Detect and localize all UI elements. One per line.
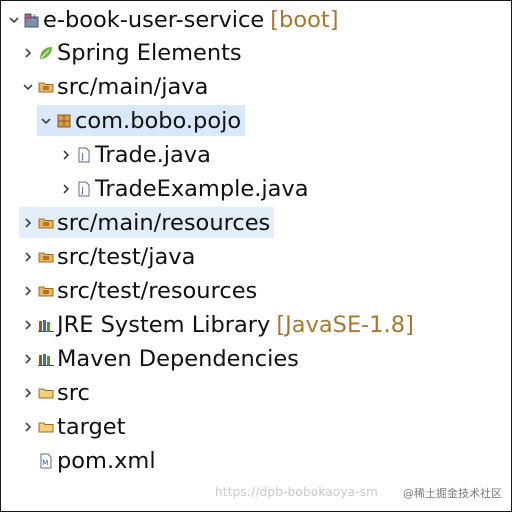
tree-item-label: JRE System Library [57,311,271,338]
chevron-right-icon[interactable] [57,139,75,170]
java-file-icon: J [75,146,93,164]
project-explorer-panel: M S e-book-user-service [boot] Spring El… [0,0,512,512]
tree-item-maven-dependencies[interactable]: Maven Dependencies [19,343,299,374]
svg-text:J: J [81,152,84,161]
tree-item-package-com-bobo-pojo[interactable]: com.bobo.pojo [37,105,246,136]
tree-item-target[interactable]: target [19,411,125,442]
folder-icon [37,384,55,402]
tree-item-label: Spring Elements [57,39,242,66]
tree-item-src-test-java[interactable]: src/test/java [19,241,195,272]
project-decoration: [boot] [270,6,339,33]
tree-item-label: src/main/java [57,73,209,100]
svg-text:M: M [42,459,48,467]
tree-item-label: src/main/resources [57,209,271,236]
watermark-site: @稀土掘金技术社区 [403,487,502,500]
chevron-down-icon[interactable] [37,105,55,136]
tree-item-label: Maven Dependencies [57,345,299,372]
tree-item-label: Trade.java [95,141,211,168]
tree-item-spring-elements[interactable]: Spring Elements [19,37,242,68]
library-icon [37,316,55,334]
tree-item-src-main-java[interactable]: src/main/java [19,71,208,102]
chevron-right-icon[interactable] [19,343,37,374]
tree-item-trade-java[interactable]: J Trade.java [57,139,211,170]
tree-item-project[interactable]: M S e-book-user-service [boot] [5,4,338,35]
watermark-url: https://dpb-bobokaoya-sm [215,485,379,499]
source-folder-icon [37,78,55,96]
tree-item-label: com.bobo.pojo [75,107,242,134]
tree-item-label: target [57,413,126,440]
tree-item-src[interactable]: src [19,377,90,408]
tree-item-tradeexample-java[interactable]: J TradeExample.java [57,173,309,204]
xml-file-icon: M [37,452,55,470]
spring-leaf-icon [37,44,55,62]
tree-item-label: src [57,379,90,406]
svg-text:M: M [26,14,31,21]
svg-text:J: J [81,186,84,195]
chevron-down-icon[interactable] [19,71,37,102]
source-folder-icon [37,282,55,300]
source-folder-icon [37,214,55,232]
tree-item-label: pom.xml [57,447,156,474]
jre-decoration: [JavaSE-1.8] [276,311,414,338]
package-icon [55,112,73,130]
chevron-right-icon[interactable] [19,309,37,340]
library-icon [37,350,55,368]
tree-item-src-main-resources[interactable]: src/main/resources [19,207,275,238]
tree-item-label: src/test/java [57,243,196,270]
chevron-right-icon[interactable] [57,173,75,204]
chevron-right-icon[interactable] [19,207,37,238]
folder-icon [37,418,55,436]
tree-item-src-test-resources[interactable]: src/test/resources [19,275,257,306]
chevron-right-icon[interactable] [19,37,37,68]
chevron-down-icon[interactable] [5,4,23,35]
source-folder-icon [37,248,55,266]
project-name: e-book-user-service [43,6,265,33]
chevron-right-icon[interactable] [19,411,37,442]
svg-text:S: S [33,14,37,21]
tree-item-jre-system-library[interactable]: JRE System Library [JavaSE-1.8] [19,309,414,340]
chevron-right-icon[interactable] [19,275,37,306]
maven-project-icon: M S [23,11,41,29]
chevron-right-icon[interactable] [19,377,37,408]
tree-item-label: src/test/resources [57,277,258,304]
chevron-right-icon[interactable] [19,241,37,272]
tree-item-pom-xml[interactable]: M pom.xml [19,445,156,476]
java-file-icon: J [75,180,93,198]
tree-item-label: TradeExample.java [95,175,309,202]
